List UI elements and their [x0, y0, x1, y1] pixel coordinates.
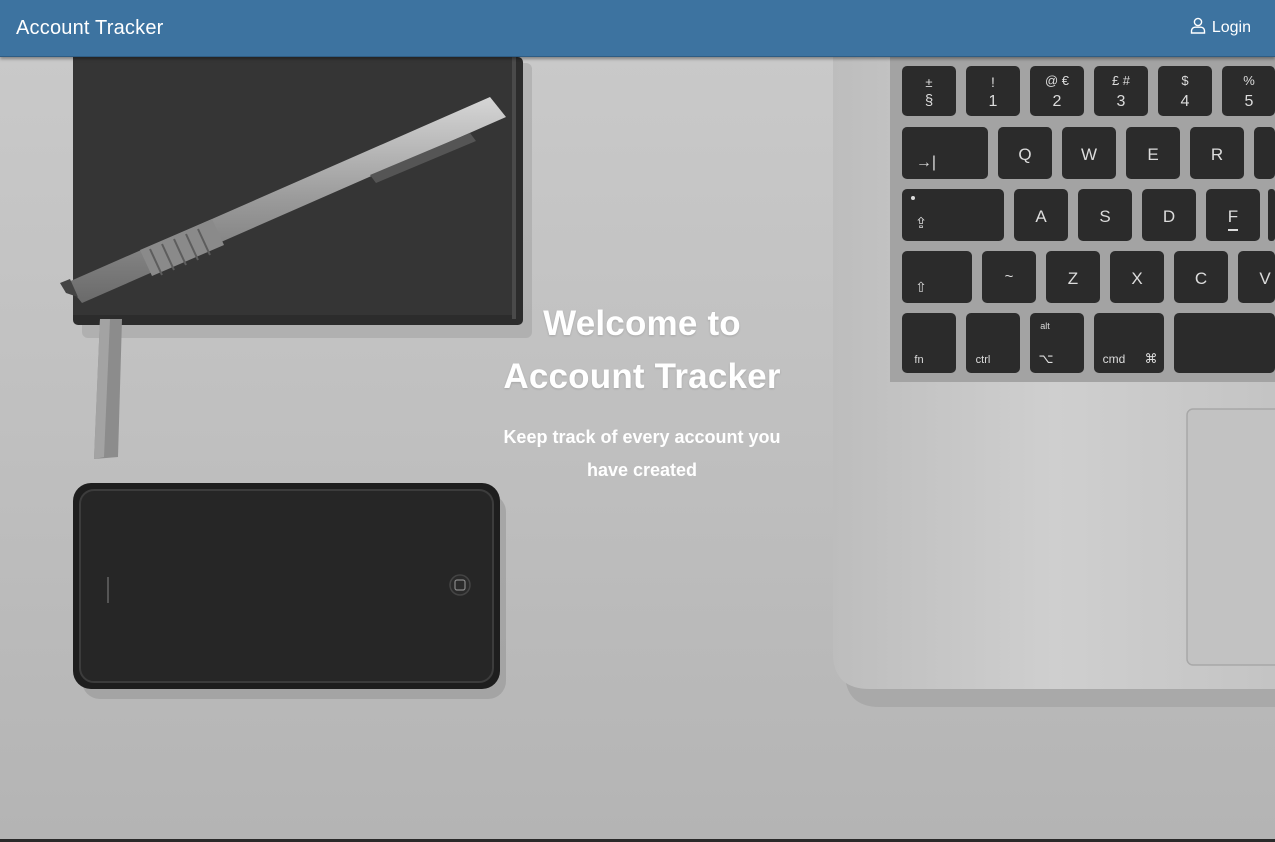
svg-text:⇪: ⇪: [915, 215, 928, 232]
svg-text:⇧: ⇧: [915, 279, 927, 295]
svg-text:!: !: [991, 74, 995, 90]
svg-text:Q: Q: [1018, 145, 1031, 164]
svg-text:Z: Z: [1068, 269, 1078, 288]
brand-title[interactable]: Account Tracker: [16, 17, 164, 40]
top-navbar: Account Tracker Login: [0, 0, 1275, 57]
svg-text:X: X: [1131, 269, 1142, 288]
svg-text:fn: fn: [914, 354, 923, 366]
hero-title: Welcome to Account Tracker: [492, 297, 792, 403]
login-link[interactable]: Login: [1190, 17, 1251, 39]
svg-text:F: F: [1228, 207, 1238, 226]
login-label: Login: [1211, 19, 1251, 36]
hero-section: ± § ! 1 @ € 2 £ # 3 $ 4 % 5 →| Q W E R ⇪…: [0, 57, 1275, 842]
hero-title-line1: Welcome to: [543, 304, 741, 343]
svg-text:⌘: ⌘: [1145, 351, 1158, 366]
svg-text:ctrl: ctrl: [976, 354, 991, 366]
svg-text:%: %: [1243, 73, 1255, 88]
svg-text:@ €: @ €: [1045, 73, 1070, 88]
svg-text:alt: alt: [1040, 321, 1050, 331]
svg-text:R: R: [1211, 145, 1223, 164]
svg-text:§: §: [925, 92, 933, 109]
svg-text:A: A: [1035, 207, 1047, 226]
svg-text:5: 5: [1245, 93, 1254, 110]
hero-subtitle: Keep track of every account you have cre…: [503, 427, 781, 480]
svg-text:C: C: [1195, 269, 1207, 288]
laptop-image: ± § ! 1 @ € 2 £ # 3 $ 4 % 5 →| Q W E R ⇪…: [833, 57, 1275, 707]
svg-text:E: E: [1147, 145, 1158, 164]
svg-text:£ #: £ #: [1112, 73, 1131, 88]
svg-text:1: 1: [989, 93, 998, 110]
svg-text:→|: →|: [916, 154, 936, 171]
svg-text:S: S: [1099, 207, 1110, 226]
svg-text:3: 3: [1117, 93, 1126, 110]
svg-text:V: V: [1259, 269, 1271, 288]
user-icon: [1190, 17, 1206, 39]
hero-title-line2: Account Tracker: [503, 357, 781, 396]
svg-text:$: $: [1181, 73, 1189, 88]
svg-text:⌥: ⌥: [1039, 351, 1054, 366]
svg-text:W: W: [1081, 145, 1097, 164]
svg-text:~: ~: [1005, 268, 1014, 285]
svg-text:±: ±: [925, 75, 932, 90]
svg-text:cmd: cmd: [1103, 352, 1126, 366]
svg-text:2: 2: [1053, 93, 1062, 110]
welcome-block: Welcome to Account Tracker Keep track of…: [492, 297, 792, 487]
svg-text:4: 4: [1181, 93, 1190, 110]
phone-image: [73, 483, 506, 699]
svg-text:D: D: [1163, 207, 1175, 226]
